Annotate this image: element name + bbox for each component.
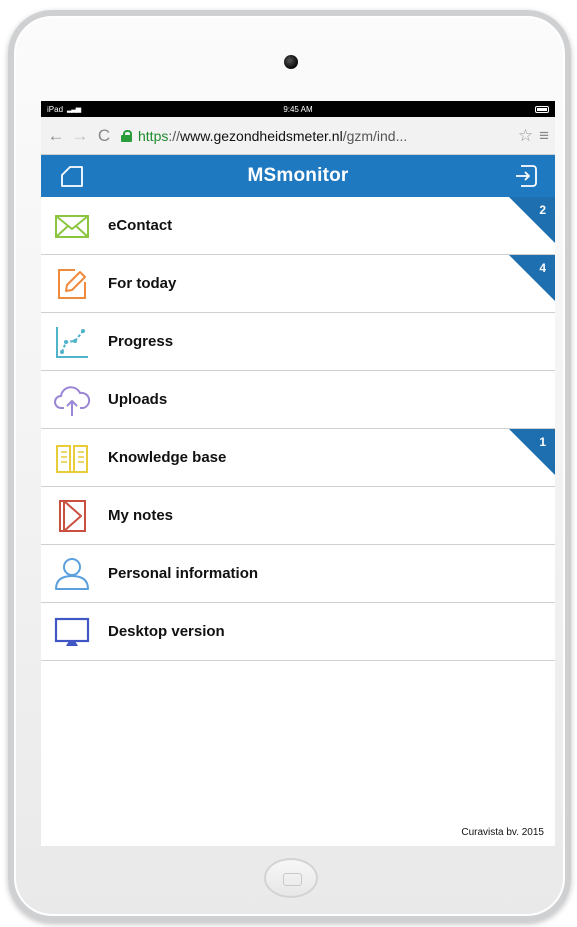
url-host: www.gezondheidsmeter.nl — [180, 127, 343, 144]
menu-item-progress[interactable]: Progress — [41, 313, 555, 371]
menu-item-for-today[interactable]: For today 4 — [41, 255, 555, 313]
lock-icon — [121, 129, 132, 142]
address-bar[interactable]: https://www.gezondheidsmeter.nl/gzm/ind.… — [138, 128, 512, 144]
camera-icon — [284, 55, 298, 69]
url-path: /gzm/ind... — [342, 127, 408, 144]
menu-item-label: Desktop version — [108, 623, 225, 640]
menu-item-my-notes[interactable]: My notes — [41, 487, 555, 545]
mail-icon — [55, 214, 89, 238]
forward-arrow-icon[interactable]: → — [71, 126, 89, 146]
menu-item-label: eContact — [108, 217, 173, 234]
badge-count: 2 — [539, 203, 546, 217]
footer-copyright: Curavista bv. 2015 — [461, 827, 544, 838]
home-button[interactable] — [264, 858, 318, 898]
notes-icon — [59, 499, 86, 532]
notification-badge: 4 — [509, 255, 555, 301]
menu-item-label: Progress — [108, 333, 174, 350]
menu-item-label: Knowledge base — [108, 449, 227, 466]
screen: iPad ▂▃▅ 9:45 AM ← → C https://www.gezon… — [41, 101, 555, 846]
badge-count: 1 — [539, 435, 546, 449]
browser-menu-icon[interactable]: ≡ — [539, 126, 549, 146]
progress-chart-icon — [56, 326, 88, 358]
menu-item-econtact[interactable]: eContact 2 — [41, 197, 555, 255]
cloud-upload-icon — [54, 385, 91, 416]
bookmark-star-icon[interactable]: ☆ — [518, 126, 533, 146]
notification-badge: 2 — [509, 197, 555, 243]
app-title: MSmonitor — [247, 165, 349, 186]
menu-item-personal-information[interactable]: Personal information — [41, 545, 555, 603]
monitor-icon — [54, 617, 90, 646]
app-header: MSmonitor — [41, 155, 555, 197]
logout-icon[interactable] — [513, 163, 539, 189]
badge-count: 4 — [539, 261, 546, 275]
back-arrow-icon[interactable]: ← — [47, 126, 65, 146]
menu-item-label: Uploads — [108, 391, 168, 408]
person-icon — [55, 557, 89, 590]
menu-item-label: My notes — [108, 507, 174, 524]
url-separator: :// — [168, 127, 181, 144]
menu-item-label: Personal information — [108, 565, 259, 582]
edit-icon — [58, 268, 86, 299]
notification-badge: 1 — [509, 429, 555, 475]
book-icon — [56, 444, 88, 473]
battery-icon — [535, 105, 549, 113]
status-time: 9:45 AM — [283, 104, 313, 114]
url-scheme: https — [138, 127, 169, 144]
home-icon[interactable] — [59, 163, 85, 189]
menu-item-label: For today — [108, 275, 177, 292]
browser-toolbar: ← → C https://www.gezondheidsmeter.nl/gz… — [41, 117, 555, 155]
menu-item-knowledge-base[interactable]: Knowledge base 1 — [41, 429, 555, 487]
menu-item-uploads[interactable]: Uploads — [41, 371, 555, 429]
menu-item-desktop-version[interactable]: Desktop version — [41, 603, 555, 661]
reload-icon[interactable]: C — [95, 126, 113, 146]
status-bar: iPad ▂▃▅ 9:45 AM — [41, 101, 555, 117]
main-menu: eContact 2 For today 4 Progress Uploads … — [41, 197, 555, 661]
